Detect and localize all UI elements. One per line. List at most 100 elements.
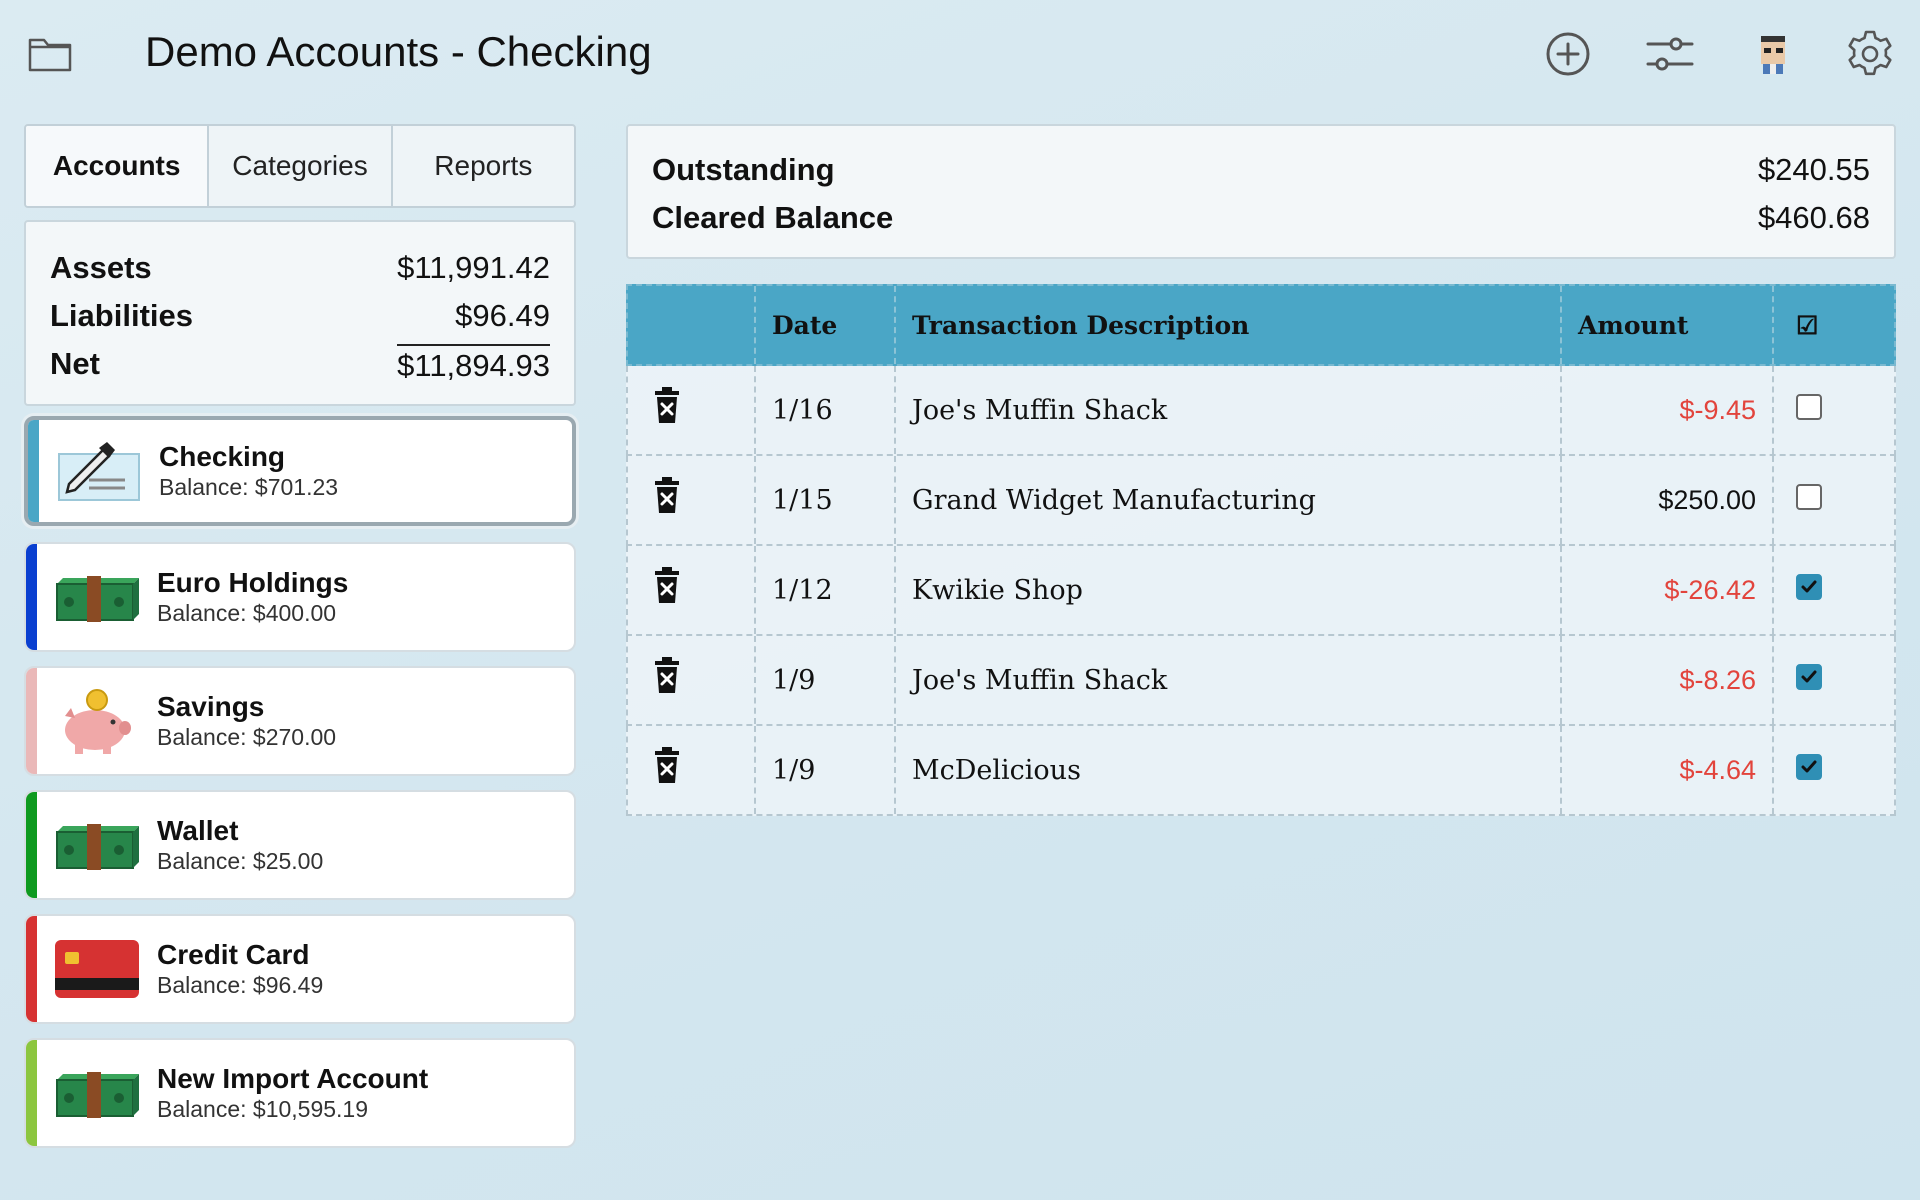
- cleared-checkbox[interactable]: [1796, 574, 1822, 600]
- outstanding-label: Outstanding: [652, 152, 835, 187]
- cleared-cell: [1774, 366, 1894, 454]
- table-row[interactable]: 1/16 Joe's Muffin Shack $-9.45: [626, 366, 1896, 456]
- amount-cell[interactable]: $-4.64: [1562, 726, 1774, 814]
- delete-cell: [628, 546, 756, 634]
- account-card-savings[interactable]: Savings Balance: $270.00: [24, 666, 576, 776]
- account-balance: Balance: $701.23: [159, 474, 339, 500]
- account-card-new-import-account[interactable]: New Import Account Balance: $10,595.19: [24, 1038, 576, 1148]
- tab-reports[interactable]: Reports: [393, 126, 574, 206]
- table-header: Date Transaction Description Amount ☑: [626, 284, 1896, 366]
- table-body: 1/16 Joe's Muffin Shack $-9.45 1/15 Grand Wi…: [626, 366, 1896, 816]
- table-row[interactable]: 1/12 Kwikie Shop $-26.42: [626, 546, 1896, 636]
- cleared-checkbox[interactable]: [1796, 664, 1822, 690]
- sliders-icon[interactable]: [1644, 28, 1696, 80]
- account-balance: Balance: $25.00: [157, 848, 324, 874]
- transactions-table: Date Transaction Description Amount ☑ 1/…: [626, 284, 1896, 816]
- account-text: Euro Holdings Balance: $400.00: [157, 567, 348, 627]
- gear-icon[interactable]: [1844, 28, 1896, 80]
- trash-icon[interactable]: [652, 567, 682, 605]
- cleared-checkbox[interactable]: [1796, 394, 1822, 420]
- table-row[interactable]: 1/15 Grand Widget Manufacturing $250.00: [626, 456, 1896, 546]
- delete-cell: [628, 456, 756, 544]
- account-card-wallet[interactable]: Wallet Balance: $25.00: [24, 790, 576, 900]
- date-cell[interactable]: 1/9: [756, 726, 896, 814]
- trash-icon[interactable]: [652, 477, 682, 515]
- date-cell[interactable]: 1/16: [756, 366, 896, 454]
- amount-cell[interactable]: $-9.45: [1562, 366, 1774, 454]
- cash-icon: [56, 1072, 139, 1118]
- header-cleared[interactable]: ☑: [1774, 286, 1894, 364]
- tab-accounts[interactable]: Accounts: [26, 126, 210, 206]
- account-text: Wallet Balance: $25.00: [157, 815, 323, 875]
- cleared-cell: [1774, 636, 1894, 724]
- net-row: Net $11,894.93: [50, 340, 550, 388]
- account-balance: Balance: $400.00: [157, 600, 337, 626]
- account-balance: Balance: $10,595.19: [157, 1096, 369, 1122]
- delete-cell: [628, 636, 756, 724]
- account-color-stripe: [26, 544, 37, 650]
- cleared-label: Cleared Balance: [652, 200, 894, 235]
- account-card-credit-card[interactable]: Credit Card Balance: $96.49: [24, 914, 576, 1024]
- assets-row: Assets $11,991.42: [50, 244, 550, 292]
- description-cell[interactable]: Grand Widget Manufacturing: [896, 456, 1562, 544]
- tab-categories[interactable]: Categories: [209, 126, 393, 206]
- delete-cell: [628, 726, 756, 814]
- cleared-cell: [1774, 546, 1894, 634]
- account-text: Checking Balance: $701.23: [159, 441, 338, 501]
- description-cell[interactable]: Joe's Muffin Shack: [896, 366, 1562, 454]
- page-title: Demo Accounts - Checking: [145, 28, 652, 75]
- amount-cell[interactable]: $250.00: [1562, 456, 1774, 544]
- description-cell[interactable]: McDelicious: [896, 726, 1562, 814]
- add-icon[interactable]: [1542, 28, 1594, 80]
- description-cell[interactable]: Joe's Muffin Shack: [896, 636, 1562, 724]
- date-cell[interactable]: 1/12: [756, 546, 896, 634]
- table-row[interactable]: 1/9 McDelicious $-4.64: [626, 726, 1896, 816]
- net-label: Net: [50, 346, 100, 381]
- header-description[interactable]: Transaction Description: [896, 286, 1562, 364]
- account-name: Credit Card: [157, 939, 310, 970]
- account-color-stripe: [26, 668, 37, 774]
- account-balance: Balance: $270.00: [157, 724, 337, 750]
- table-row[interactable]: 1/9 Joe's Muffin Shack $-8.26: [626, 636, 1896, 726]
- liabilities-value: $96.49: [455, 298, 550, 333]
- account-text: Savings Balance: $270.00: [157, 691, 336, 751]
- assets-value: $11,991.42: [397, 250, 550, 285]
- cleared-checkbox[interactable]: [1796, 484, 1822, 510]
- cleared-cell: [1774, 726, 1894, 814]
- header-date[interactable]: Date: [756, 286, 896, 364]
- date-cell[interactable]: 1/15: [756, 456, 896, 544]
- cleared-checkbox[interactable]: [1796, 754, 1822, 780]
- account-name: Euro Holdings: [157, 567, 349, 598]
- account-color-stripe: [26, 916, 37, 1022]
- cleared-cell: [1774, 456, 1894, 544]
- outstanding-value: $240.55: [1757, 152, 1870, 187]
- amount-cell[interactable]: $-26.42: [1562, 546, 1774, 634]
- account-balance: Balance: $96.49: [157, 972, 324, 998]
- account-name: Wallet: [157, 815, 239, 846]
- credit-card-icon: [55, 940, 139, 998]
- net-worth-summary: Assets $11,991.42 Liabilities $96.49 Net…: [24, 220, 576, 406]
- account-card-euro-holdings[interactable]: Euro Holdings Balance: $400.00: [24, 542, 576, 652]
- folder-icon[interactable]: [26, 30, 74, 78]
- header-amount[interactable]: Amount: [1562, 286, 1774, 364]
- date-cell[interactable]: 1/9: [756, 636, 896, 724]
- balance-summary: Outstanding $240.55 Cleared Balance $460…: [626, 124, 1896, 259]
- description-cell[interactable]: Kwikie Shop: [896, 546, 1562, 634]
- account-color-stripe: [28, 420, 39, 522]
- account-name: New Import Account: [157, 1063, 429, 1094]
- trash-icon[interactable]: [652, 747, 682, 785]
- liabilities-row: Liabilities $96.49: [50, 292, 550, 340]
- amount-cell[interactable]: $-8.26: [1562, 636, 1774, 724]
- trash-icon[interactable]: [652, 387, 682, 425]
- account-color-stripe: [26, 1040, 37, 1146]
- account-text: New Import Account Balance: $10,595.19: [157, 1063, 428, 1123]
- header-delete: [628, 286, 756, 364]
- trash-icon[interactable]: [652, 657, 682, 695]
- account-card-checking[interactable]: Checking Balance: $701.23: [24, 416, 576, 526]
- avatar[interactable]: [1747, 28, 1799, 80]
- account-name: Savings: [157, 691, 265, 722]
- liabilities-label: Liabilities: [50, 298, 193, 333]
- piggy-bank-icon: [65, 689, 131, 754]
- cash-icon: [56, 576, 139, 622]
- account-name: Checking: [159, 441, 286, 472]
